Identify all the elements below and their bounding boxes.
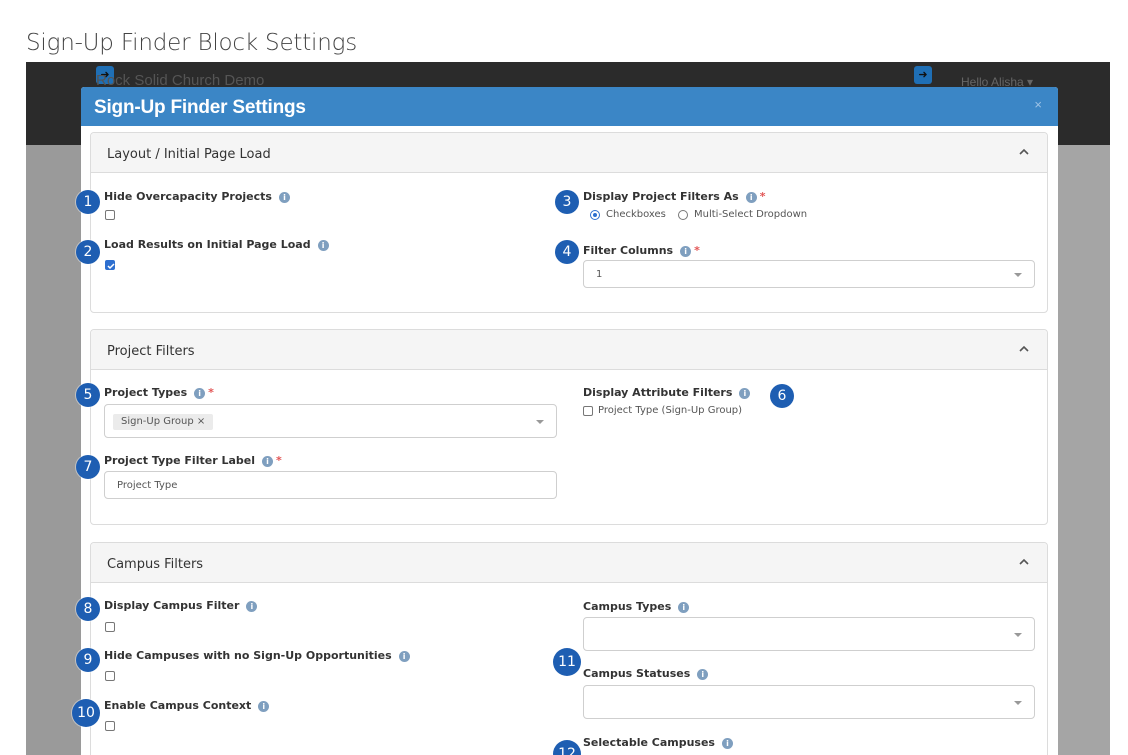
project-type-attribute-checkbox[interactable]	[583, 406, 593, 416]
panel-title: Project Filters	[107, 344, 195, 359]
close-icon[interactable]: ×	[1034, 97, 1042, 112]
hide-campuses-checkbox[interactable]	[105, 671, 115, 681]
info-icon[interactable]: i	[721, 738, 733, 749]
input-value: Project Type	[117, 480, 178, 491]
campus-statuses-select[interactable]	[583, 685, 1035, 719]
project-type-tag[interactable]: Sign-Up Group ×	[113, 414, 214, 430]
campus-types-select[interactable]	[583, 617, 1035, 651]
campus-statuses-label: Campus Statuses i	[583, 667, 709, 680]
display-attribute-filters-label: Display Attribute Filters i	[583, 386, 751, 399]
chevron-up-icon[interactable]	[1019, 557, 1029, 567]
info-icon[interactable]: i	[678, 602, 690, 613]
filter-columns-label: Filter Columns i *	[583, 244, 700, 257]
panel-project-filters: Project Filters Project Types i * Sign-Up …	[90, 329, 1048, 525]
enable-campus-context-label: Enable Campus Context i	[104, 699, 270, 712]
hide-overcapacity-label: Hide Overcapacity Projects i	[104, 190, 290, 203]
modal-header: Sign-Up Finder Settings ×	[81, 87, 1058, 126]
info-icon[interactable]: i	[739, 388, 751, 399]
filter-columns-select[interactable]: 1	[583, 260, 1035, 288]
marker-7: 7	[76, 455, 100, 479]
radio-multi-select[interactable]	[678, 210, 688, 220]
panel-title: Layout / Initial Page Load	[107, 147, 271, 162]
caret-down-icon	[1014, 633, 1022, 637]
radio-checkboxes[interactable]	[590, 210, 600, 220]
info-icon[interactable]: i	[261, 456, 273, 467]
project-types-label: Project Types i *	[104, 386, 214, 399]
load-results-label: Load Results on Initial Page Load i	[104, 238, 329, 251]
circle-arrow-right-icon[interactable]: ➜	[914, 66, 932, 84]
info-icon[interactable]: i	[258, 701, 270, 712]
selectable-campuses-label: Selectable Campuses i	[583, 736, 733, 749]
display-campus-filter-checkbox[interactable]	[105, 622, 115, 632]
required-indicator: *	[694, 244, 700, 257]
info-icon[interactable]: i	[680, 246, 692, 257]
marker-2: 2	[76, 240, 100, 264]
project-type-filter-label-label: Project Type Filter Label i *	[104, 454, 282, 467]
panel-header-project-filters[interactable]: Project Filters	[91, 330, 1047, 370]
info-icon[interactable]: i	[194, 388, 206, 399]
modal-title: Sign-Up Finder Settings	[94, 97, 306, 118]
hide-overcapacity-checkbox[interactable]	[105, 210, 115, 220]
load-results-checkbox[interactable]	[105, 260, 115, 270]
marker-8: 8	[76, 597, 100, 621]
info-icon[interactable]: i	[317, 240, 329, 251]
info-icon[interactable]: i	[697, 669, 709, 680]
top-strip	[0, 0, 1128, 32]
background-side	[1058, 145, 1110, 755]
project-type-filter-label-input[interactable]: Project Type	[104, 471, 557, 499]
display-filters-as-label: Display Project Filters As i *	[583, 190, 766, 203]
display-campus-filter-label: Display Campus Filter i	[104, 599, 258, 612]
info-icon[interactable]: i	[398, 651, 410, 662]
marker-6: 6	[770, 384, 794, 408]
hide-campuses-label: Hide Campuses with no Sign-Up Opportunit…	[104, 649, 410, 662]
radio-multi-select-label: Multi-Select Dropdown	[694, 209, 808, 220]
marker-1: 1	[76, 190, 100, 214]
marker-11: 11	[553, 648, 581, 676]
panel-title: Campus Filters	[107, 557, 204, 572]
caret-down-icon	[1014, 273, 1022, 277]
info-icon[interactable]: i	[246, 601, 258, 612]
check-icon	[107, 263, 115, 270]
required-indicator: *	[208, 386, 214, 399]
marker-3: 3	[555, 190, 579, 214]
project-type-attribute-label: Project Type (Sign-Up Group)	[598, 405, 743, 416]
campus-types-label: Campus Types i	[583, 600, 690, 613]
filter-columns-value: 1	[596, 269, 603, 280]
chevron-up-icon[interactable]	[1019, 147, 1029, 157]
page-title: Sign-Up Finder Block Settings	[26, 30, 357, 56]
panel-header-campus-filters[interactable]: Campus Filters	[91, 543, 1047, 583]
required-indicator: *	[759, 190, 766, 203]
info-icon[interactable]: i	[278, 192, 290, 203]
marker-4: 4	[555, 240, 579, 264]
project-types-select[interactable]: Sign-Up Group ×	[104, 404, 557, 438]
caret-down-icon	[536, 420, 544, 424]
marker-5: 5	[76, 383, 100, 407]
marker-10: 10	[72, 699, 100, 727]
caret-down-icon	[1014, 701, 1022, 705]
radio-checkboxes-label: Checkboxes	[606, 209, 666, 220]
marker-9: 9	[76, 648, 100, 672]
chevron-up-icon[interactable]	[1019, 344, 1029, 354]
enable-campus-context-checkbox[interactable]	[105, 721, 115, 731]
panel-header-layout[interactable]: Layout / Initial Page Load	[91, 133, 1047, 173]
panel-layout: Layout / Initial Page Load Hide Overcapa…	[90, 132, 1048, 313]
info-icon[interactable]: i	[745, 192, 757, 203]
required-indicator: *	[275, 454, 282, 467]
